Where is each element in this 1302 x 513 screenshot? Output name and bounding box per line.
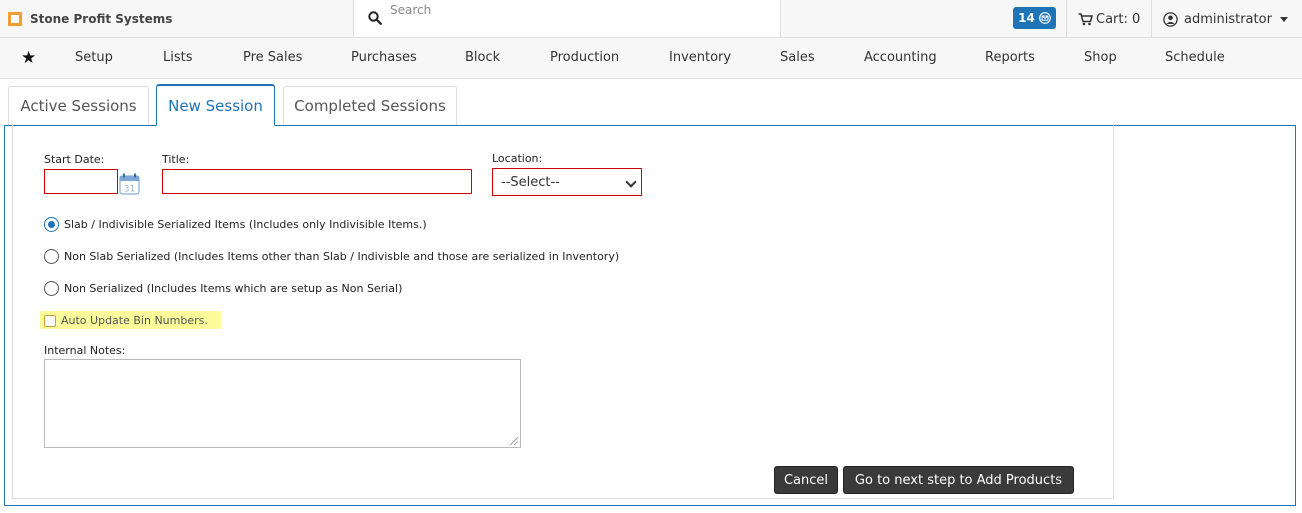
radio-label: Non Slab Serialized (Includes Items othe… bbox=[64, 250, 620, 263]
top-bar: Stone Profit Systems 14 Cart: 0 a bbox=[0, 0, 1302, 38]
nav-item-setup[interactable]: Setup bbox=[75, 50, 113, 65]
location-label: Location: bbox=[492, 152, 543, 165]
nav-item-accounting[interactable]: Accounting bbox=[864, 50, 937, 65]
cart-icon bbox=[1078, 12, 1093, 25]
search-icon[interactable] bbox=[368, 11, 382, 25]
nav-item-reports[interactable]: Reports bbox=[985, 50, 1035, 65]
next-step-add-products-button[interactable]: Go to next step to Add Products bbox=[843, 466, 1074, 494]
search-box bbox=[353, 0, 781, 37]
nav-item-schedule[interactable]: Schedule bbox=[1165, 50, 1225, 65]
nav-item-block[interactable]: Block bbox=[465, 50, 500, 65]
auto-update-bin-label: Auto Update Bin Numbers. bbox=[61, 314, 208, 327]
messages-badge[interactable]: 14 bbox=[1013, 7, 1056, 29]
nav-item-shop[interactable]: Shop bbox=[1084, 50, 1117, 65]
calendar-icon[interactable]: 31 bbox=[119, 173, 140, 195]
radio-non-serialized[interactable]: Non Serialized (Includes Items which are… bbox=[44, 281, 402, 296]
user-menu[interactable]: administrator bbox=[1163, 10, 1288, 28]
nav-item-sales[interactable]: Sales bbox=[780, 50, 815, 65]
internal-notes-textarea[interactable] bbox=[44, 359, 521, 448]
radio-button[interactable] bbox=[44, 249, 59, 264]
title-label: Title: bbox=[162, 153, 190, 166]
auto-update-bin-checkbox[interactable] bbox=[44, 314, 56, 327]
tab-active-sessions[interactable]: Active Sessions bbox=[8, 86, 149, 125]
nav-item-pre-sales[interactable]: Pre Sales bbox=[243, 50, 302, 65]
svg-text:31: 31 bbox=[124, 185, 135, 195]
user-icon bbox=[1163, 11, 1178, 27]
title-input[interactable] bbox=[162, 169, 472, 194]
cart-label: Cart: 0 bbox=[1096, 11, 1141, 27]
radio-button-checked[interactable] bbox=[44, 217, 59, 232]
radio-button[interactable] bbox=[44, 281, 59, 296]
brand-name: Stone Profit Systems bbox=[30, 12, 173, 26]
user-name: administrator bbox=[1184, 11, 1272, 27]
cancel-button[interactable]: Cancel bbox=[774, 466, 838, 494]
nav-item-purchases[interactable]: Purchases bbox=[351, 50, 417, 65]
chevron-down-icon bbox=[625, 176, 637, 188]
auto-update-bin-checkbox-row[interactable]: Auto Update Bin Numbers. bbox=[44, 314, 208, 327]
main-nav: ★ Setup Lists Pre Sales Purchases Block … bbox=[0, 38, 1302, 79]
search-input[interactable] bbox=[390, 2, 770, 18]
envelope-icon bbox=[1038, 12, 1051, 24]
nav-item-inventory[interactable]: Inventory bbox=[669, 50, 731, 65]
location-select[interactable]: --Select-- bbox=[492, 168, 642, 196]
messages-count: 14 bbox=[1018, 11, 1035, 25]
radio-label: Non Serialized (Includes Items which are… bbox=[64, 282, 403, 295]
nav-item-lists[interactable]: Lists bbox=[163, 50, 193, 65]
location-select-value: --Select-- bbox=[501, 174, 560, 190]
radio-slab-serialized[interactable]: Slab / Indivisible Serialized Items (Inc… bbox=[44, 217, 427, 232]
radio-non-slab-serialized[interactable]: Non Slab Serialized (Includes Items othe… bbox=[44, 249, 619, 264]
header-separator bbox=[1066, 0, 1067, 37]
start-date-input[interactable] bbox=[44, 169, 118, 194]
tab-new-session[interactable]: New Session bbox=[156, 84, 275, 126]
resize-grip-icon[interactable] bbox=[510, 437, 518, 445]
brand-logo-icon bbox=[8, 12, 22, 26]
tab-completed-sessions[interactable]: Completed Sessions bbox=[283, 86, 457, 125]
start-date-label: Start Date: bbox=[44, 153, 105, 166]
nav-item-production[interactable]: Production bbox=[550, 50, 619, 65]
internal-notes-label: Internal Notes: bbox=[44, 344, 126, 357]
chevron-down-icon bbox=[1279, 16, 1288, 22]
header-separator bbox=[1151, 0, 1152, 37]
cart-link[interactable]: Cart: 0 bbox=[1078, 10, 1140, 28]
favorites-star-icon[interactable]: ★ bbox=[21, 48, 36, 68]
radio-label: Slab / Indivisible Serialized Items (Inc… bbox=[64, 218, 427, 231]
brand[interactable]: Stone Profit Systems bbox=[8, 10, 172, 28]
